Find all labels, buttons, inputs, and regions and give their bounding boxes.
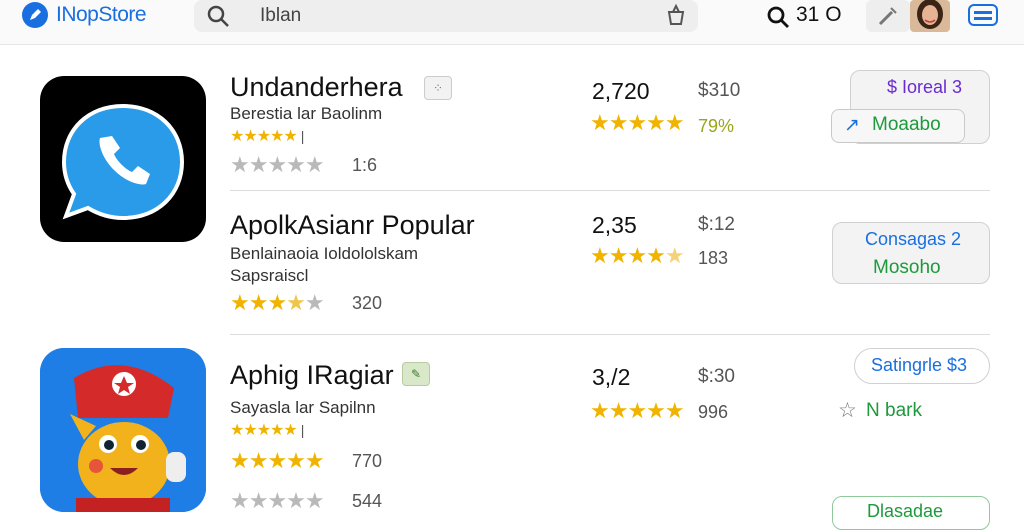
search-icon [206,4,230,33]
top-bar: INopStore 31 O [0,0,1024,45]
app-subtitle: Berestia lar Baolinm [230,104,383,123]
small-rating: ★★★★★ | [230,422,304,439]
badge-icon: ⁘ [424,76,452,100]
rating-stars: ★★★★★ [230,290,325,315]
app-subtitle-2: Sapsraiscl [230,266,309,285]
small-rating: ★★★★★ | [230,128,304,145]
leaf-icon: ✎ [402,362,430,386]
app-price: $310 [698,80,741,101]
sub-count: 183 [698,248,729,268]
button-label: Consagas 2 [865,229,962,249]
install-label: Moaabo [872,114,941,135]
rating-count-2: 544 [352,491,383,511]
trend-icon: ↗ [844,115,860,136]
search-icon[interactable] [766,5,790,34]
rating-count: 1:6 [352,155,378,175]
shopping-bag-icon[interactable] [664,3,688,32]
logo-icon[interactable] [22,2,48,28]
app-icon-game[interactable] [40,348,206,512]
app-metric: 2,35 [592,212,637,238]
magic-wand-icon [878,7,897,26]
satingrle-button[interactable]: Satingrle $3 [854,348,990,384]
rating-count: 320 [352,293,383,313]
star-outline-icon[interactable]: ☆ [838,398,857,423]
big-rating-stars: ★★★★★ [590,243,685,268]
install-button[interactable]: Dlasadae [832,496,990,530]
rating-stars: ★★★★★ [230,152,325,177]
avatar[interactable] [910,0,950,32]
app-name[interactable]: ApolkAsianr Popular [230,210,475,241]
app-subtitle: Benlainaoia Ioldololskam [230,244,419,263]
app-name[interactable]: Aphig IRagiar [230,360,394,391]
app-icon-messenger[interactable] [40,76,206,242]
app-price: $:30 [698,366,735,387]
app-percent: 79% [698,116,735,136]
rating-stars-2: ★★★★★ [230,488,325,513]
search-bar[interactable] [194,0,698,32]
big-rating-stars: ★★★★★ [590,110,685,135]
app-price: $:12 [698,214,735,235]
header-count: 31 O [796,3,842,26]
app-subtitle: Sayasla lar Sapilnn [230,398,376,417]
menu-button[interactable] [968,4,998,26]
rating-count: 770 [352,451,383,471]
install-button[interactable]: ↗ Moaabo [831,109,965,143]
app-metric: 3,/2 [592,364,631,390]
magic-wand-button[interactable] [866,0,910,32]
app-name[interactable]: Undanderhera [230,72,403,103]
button-label: Satingrle $3 [871,355,968,375]
secondary-label[interactable]: N bark [866,400,922,422]
get-button[interactable]: $ Ioreal 3 ↗ Moaabo [831,70,990,144]
search-input[interactable] [258,3,642,29]
big-rating-stars: ★★★★★ [590,398,685,423]
secondary-label: $ Ioreal 3 [887,77,963,97]
divider [230,190,990,191]
consagas-button[interactable]: Consagas 2 Mosoho [832,222,990,284]
sub-count: 996 [698,402,729,422]
button-label-2: Mosoho [873,257,941,278]
rating-stars: ★★★★★ [230,448,325,473]
divider [230,334,990,335]
brand-name[interactable]: INopStore [56,3,147,27]
app-metric: 2,720 [592,78,650,104]
